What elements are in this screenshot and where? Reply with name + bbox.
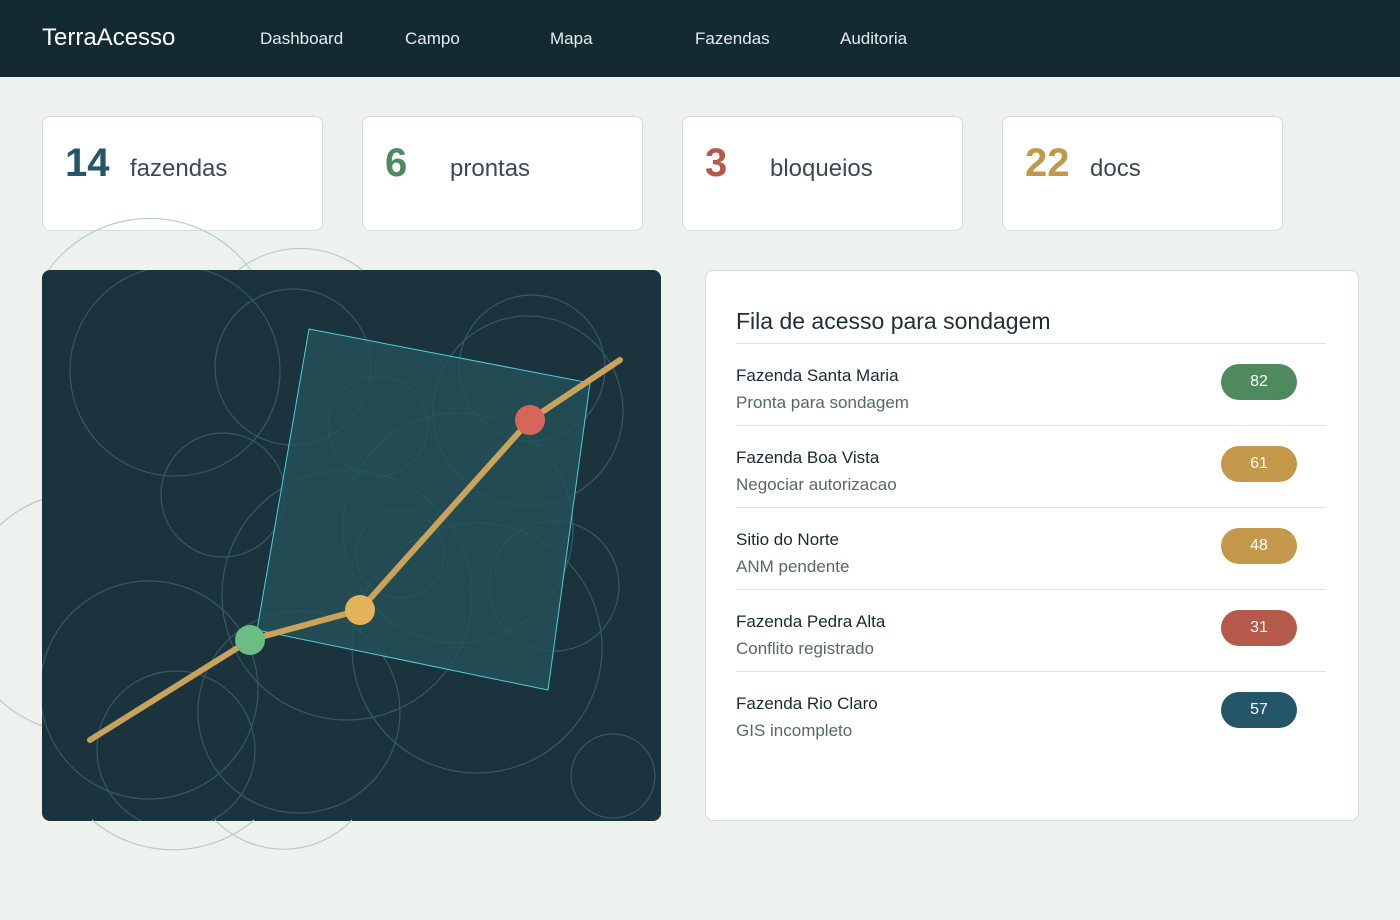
queue-row-rio-claro[interactable]: Fazenda Rio Claro GIS incompleto 57 — [736, 672, 1326, 754]
farm-status: GIS incompleto — [736, 721, 853, 740]
queue-row-boa-vista[interactable]: Fazenda Boa Vista Negociar autorizacao 6… — [736, 426, 1326, 508]
queue-row-sitio-do-norte[interactable]: Sitio do Norte ANM pendente 48 — [736, 508, 1326, 590]
stat-value: 14 — [65, 141, 110, 185]
stat-card-bloqueios: 3 bloqueios — [682, 116, 963, 231]
farm-name: Fazenda Rio Claro — [736, 694, 878, 713]
stat-value: 3 — [705, 141, 728, 185]
stat-value: 22 — [1025, 141, 1070, 185]
stat-card-prontas: 6 prontas — [362, 116, 643, 231]
farm-status: Pronta para sondagem — [736, 393, 909, 412]
queue-row-pedra-alta[interactable]: Fazenda Pedra Alta Conflito registrado 3… — [736, 590, 1326, 672]
stat-value: 6 — [385, 141, 408, 185]
brand-logo[interactable]: TerraAcesso — [42, 24, 175, 52]
stat-label: docs — [1090, 155, 1141, 182]
farm-status: Conflito registrado — [736, 639, 874, 658]
farm-name: Sitio do Norte — [736, 530, 839, 549]
nav-item-fazendas[interactable]: Fazendas — [695, 29, 770, 49]
score-badge: 61 — [1221, 446, 1297, 482]
farm-point-red[interactable] — [515, 405, 545, 435]
stat-label: bloqueios — [770, 155, 873, 182]
nav-item-campo[interactable]: Campo — [405, 29, 460, 49]
score-badge: 57 — [1221, 692, 1297, 728]
farm-name: Fazenda Santa Maria — [736, 366, 899, 385]
stat-card-docs: 22 docs — [1002, 116, 1283, 231]
top-navbar: TerraAcesso Dashboard Campo Mapa Fazenda… — [0, 0, 1400, 77]
access-queue-panel: Fila de acesso para sondagem Fazenda San… — [705, 270, 1359, 821]
farm-name: Fazenda Boa Vista — [736, 448, 880, 467]
map-canvas[interactable] — [42, 270, 661, 821]
score-badge: 48 — [1221, 528, 1297, 564]
queue-title: Fila de acesso para sondagem — [736, 308, 1051, 334]
farm-point-green[interactable] — [235, 625, 265, 655]
stat-label: prontas — [450, 155, 531, 182]
map-panel[interactable] — [42, 270, 661, 821]
score-badge: 31 — [1221, 610, 1297, 646]
farm-name: Fazenda Pedra Alta — [736, 612, 886, 631]
score-badge: 82 — [1221, 364, 1297, 400]
farm-status: ANM pendente — [736, 557, 850, 576]
queue-row-santa-maria[interactable]: Fazenda Santa Maria Pronta para sondagem… — [736, 344, 1326, 426]
farm-point-yellow[interactable] — [345, 595, 375, 625]
nav-item-auditoria[interactable]: Auditoria — [840, 29, 907, 49]
nav-item-dashboard[interactable]: Dashboard — [260, 29, 343, 49]
farm-boundary-polygon[interactable] — [256, 328, 591, 691]
stat-card-fazendas: 14 fazendas — [42, 116, 323, 231]
nav-item-mapa[interactable]: Mapa — [550, 29, 593, 49]
stat-label: fazendas — [130, 155, 228, 182]
farm-status: Negociar autorizacao — [736, 475, 897, 494]
